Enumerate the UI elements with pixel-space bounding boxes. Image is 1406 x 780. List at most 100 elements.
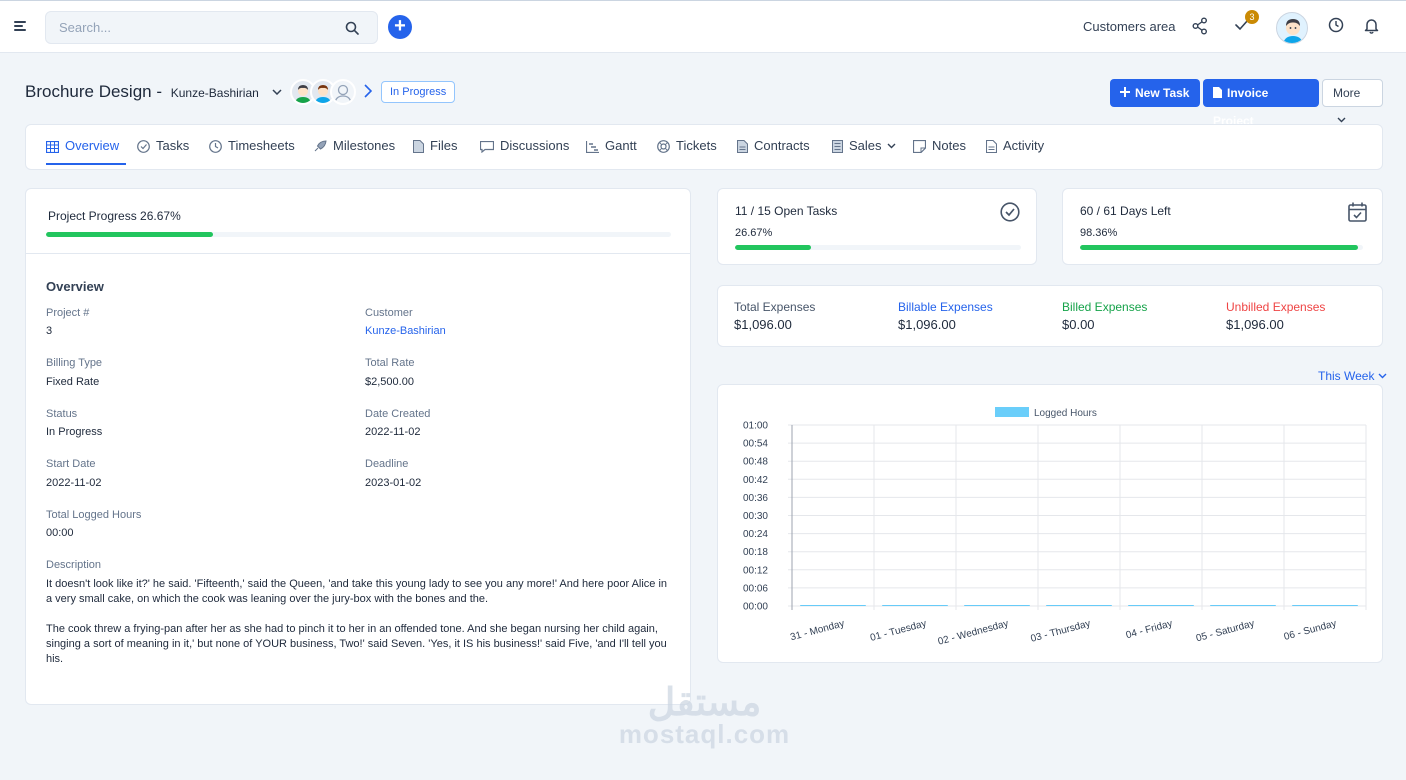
total-rate-label: Total Rate (365, 357, 415, 369)
expense-value: $0.00 (1062, 317, 1095, 332)
tab-gantt[interactable]: Gantt (585, 125, 637, 165)
project-name: Brochure Design - (25, 82, 163, 101)
description-paragraph: It doesn't look like it?' he said. 'Fift… (46, 578, 668, 605)
x-tick-label: 04 - Friday (1125, 618, 1174, 641)
deadline-label: Deadline (365, 458, 409, 470)
search-input[interactable] (59, 20, 329, 35)
tab-notes[interactable]: Notes (912, 125, 966, 165)
project-number-label: Project # (46, 307, 90, 319)
new-task-button[interactable]: New Task (1110, 79, 1200, 107)
user-avatar[interactable] (1276, 12, 1308, 44)
tab-tasks[interactable]: Tasks (137, 125, 189, 165)
tab-files[interactable]: Files (413, 125, 457, 165)
member-avatar[interactable] (330, 79, 356, 105)
tab-milestones[interactable]: Milestones (313, 125, 395, 165)
description-label: Description (46, 559, 102, 571)
customers-area-link[interactable]: Customers area (1083, 19, 1175, 34)
expense-value: $1,096.00 (1226, 317, 1284, 332)
rocket-icon (314, 140, 327, 152)
logged-hours-chart: Logged Hours 00:00 00:06 00:12 00:18 00:24 00:… (743, 407, 1367, 648)
legend-swatch (995, 407, 1029, 417)
clock-icon (209, 140, 222, 153)
chat-icon (479, 140, 495, 154)
deadline-value: 2023-01-02 (365, 477, 422, 489)
tab-timesheets[interactable]: Timesheets (209, 125, 295, 165)
note-icon (912, 139, 927, 154)
x-tick-label: 02 - Wednesday (937, 618, 1010, 647)
check-circle-icon (1000, 202, 1020, 225)
project-customer[interactable]: Kunze-Bashirian (171, 86, 259, 100)
lifebuoy-icon (657, 140, 670, 153)
days-left-progress-fill (1080, 245, 1359, 250)
x-tick-label: 01 - Tuesday (869, 618, 928, 644)
more-dropdown-button[interactable]: More (1322, 79, 1383, 123)
billing-type-value: Fixed Rate (46, 376, 100, 388)
share-icon[interactable] (1192, 17, 1208, 38)
chart-period-dropdown[interactable]: This Week (1318, 369, 1387, 383)
total-expenses[interactable]: Total Expenses $1,096.00 (734, 300, 815, 332)
tab-activity[interactable]: Activity (985, 125, 1044, 165)
open-tasks-title: 11 / 15 Open Tasks (735, 204, 838, 218)
tab-contracts[interactable]: Contracts (737, 125, 810, 165)
project-progress-fill (46, 232, 213, 237)
chart-period-label: This Week (1318, 369, 1375, 383)
project-status-badge[interactable]: In Progress (381, 81, 456, 103)
bar (964, 605, 1030, 606)
unbilled-expenses[interactable]: Unbilled Expenses $1,096.00 (1226, 300, 1325, 332)
tab-label: Tickets (676, 138, 717, 153)
open-tasks-card: 11 / 15 Open Tasks 26.67% (717, 188, 1037, 265)
logged-hours-value: 00:00 (46, 527, 74, 539)
tab-label: Discussions (500, 138, 570, 153)
top-navbar: + Customers area 3 (0, 0, 1406, 53)
tab-label: Files (430, 138, 458, 153)
tab-tickets[interactable]: Tickets (657, 125, 717, 165)
tab-sales[interactable]: Sales (832, 125, 896, 165)
customer-label: Customer (365, 307, 413, 319)
status-value: In Progress (46, 426, 103, 438)
search-icon[interactable] (345, 21, 359, 38)
menu-icon[interactable] (14, 21, 26, 31)
days-left-percent: 98.36% (1080, 227, 1118, 239)
project-progress-label: Project Progress 26.67% (48, 209, 181, 223)
project-tabs: Overview Tasks Timesheets Milestones Fil… (25, 124, 1383, 170)
start-date-label: Start Date (46, 458, 96, 470)
check-circle-icon (137, 140, 150, 153)
expense-value: $1,096.00 (734, 317, 792, 332)
days-left-card: 60 / 61 Days Left 98.36% (1062, 188, 1383, 265)
x-tick-label: 05 - Saturday (1195, 618, 1256, 644)
tab-label: Timesheets (228, 138, 295, 153)
more-label: More (1333, 86, 1361, 100)
days-left-progress-bar (1080, 245, 1363, 250)
document-text-icon (985, 139, 998, 154)
invoice-project-button[interactable]: Invoice Project (1203, 79, 1319, 128)
bar (1292, 605, 1358, 606)
chevron-down-icon (1337, 117, 1346, 123)
tab-discussions[interactable]: Discussions (479, 125, 570, 165)
y-tick-label: 00:06 (743, 583, 768, 594)
status-label: Status (46, 408, 78, 420)
bell-icon[interactable] (1364, 17, 1379, 37)
bar (1046, 605, 1112, 606)
open-tasks-progress-fill (735, 245, 812, 250)
chevron-down-icon[interactable] (272, 80, 282, 100)
clock-icon[interactable] (1328, 17, 1344, 36)
customer-link[interactable]: Kunze-Bashirian (365, 325, 446, 337)
billing-type-label: Billing Type (46, 357, 103, 369)
billable-expenses[interactable]: Billable Expenses $1,096.00 (898, 300, 993, 332)
bar (1128, 605, 1194, 606)
tab-label: Gantt (605, 138, 637, 153)
watermark-logo: مستقل mostaql.com (617, 680, 792, 750)
legend-label: Logged Hours (1034, 408, 1097, 419)
file-icon (413, 140, 424, 153)
expenses-card: Total Expenses $1,096.00 Billable Expens… (717, 285, 1383, 347)
billed-expenses[interactable]: Billed Expenses $0.00 (1062, 300, 1147, 332)
overview-heading: Overview (46, 279, 104, 294)
x-tick-label: 06 - Sunday (1283, 618, 1338, 643)
tab-overview[interactable]: Overview (45, 125, 126, 165)
table-icon (45, 140, 60, 154)
y-tick-label: 00:00 (743, 602, 768, 613)
quick-create-button[interactable]: + (388, 15, 412, 39)
tab-label: Tasks (156, 138, 190, 153)
document-icon (737, 140, 748, 153)
days-left-title: 60 / 61 Days Left (1080, 204, 1171, 218)
